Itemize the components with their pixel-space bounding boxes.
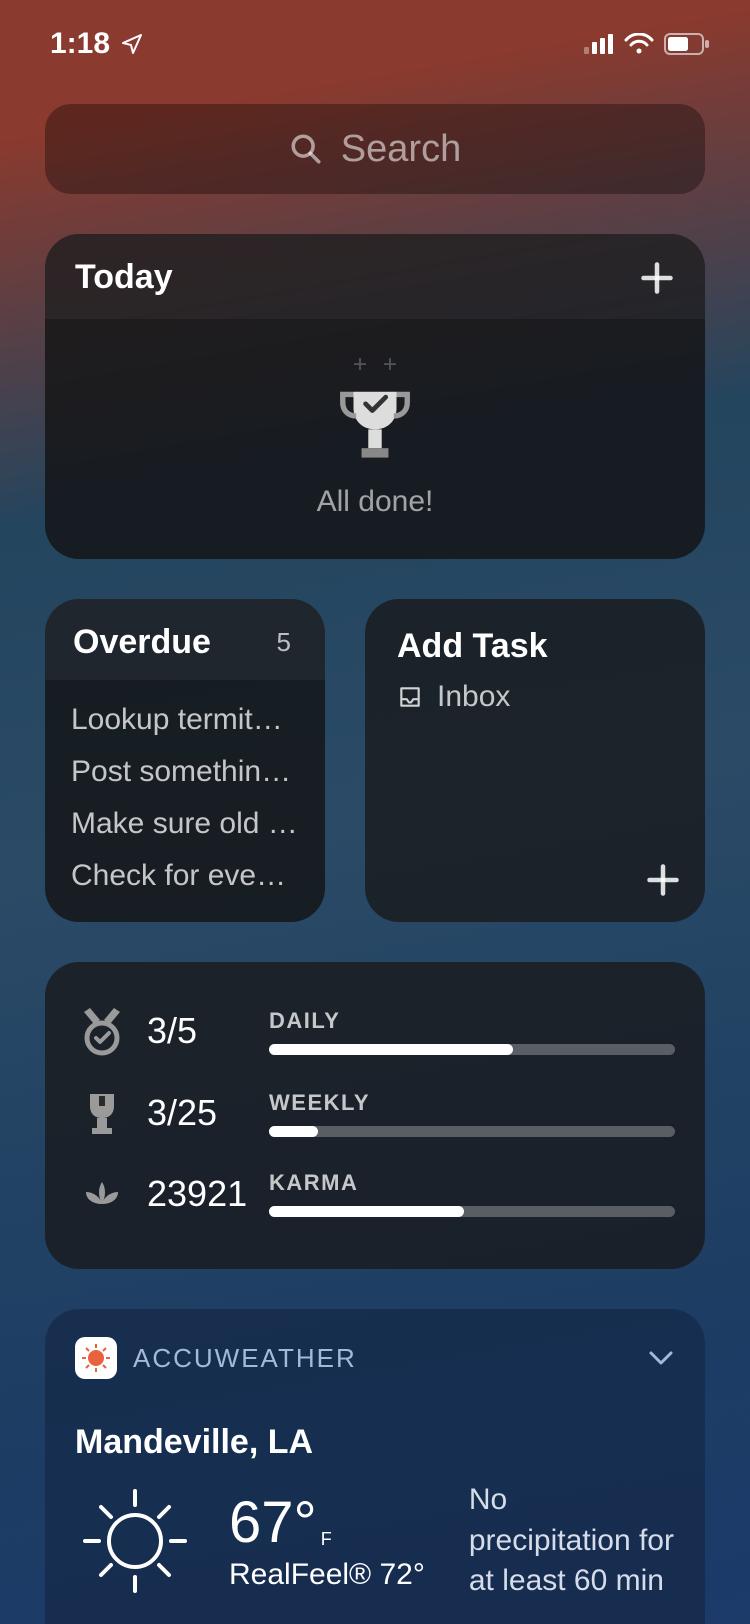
- overdue-item[interactable]: Lookup termite…: [71, 694, 299, 746]
- karma-value: 23921: [129, 1173, 269, 1215]
- daily-row: 3/5 DAILY: [75, 990, 675, 1072]
- search-icon: [289, 132, 323, 166]
- stats-widget[interactable]: 3/5 DAILY 3/25 WEEKLY 23921 KARMA: [45, 962, 705, 1269]
- today-title: Today: [75, 258, 173, 297]
- cellular-icon: [584, 34, 614, 54]
- location-icon: [120, 32, 144, 56]
- lotus-icon: [80, 1172, 124, 1216]
- karma-label: KARMA: [269, 1170, 675, 1196]
- search-placeholder: Search: [341, 128, 461, 171]
- inbox-icon: [397, 684, 423, 710]
- overdue-item[interactable]: Check for event…: [71, 850, 299, 902]
- precip-label: No precipitation for at least 60 min: [469, 1480, 675, 1602]
- plus-icon[interactable]: [645, 862, 681, 898]
- overdue-count: 5: [277, 627, 291, 658]
- search-bar[interactable]: Search: [45, 104, 705, 194]
- overdue-list: Lookup termite… Post something… Make sur…: [45, 680, 325, 922]
- overdue-item[interactable]: Post something…: [71, 746, 299, 798]
- chevron-down-icon[interactable]: [647, 1349, 675, 1367]
- all-done-label: All done!: [317, 485, 434, 519]
- medal-icon: [80, 1006, 124, 1056]
- daily-label: DAILY: [269, 1008, 675, 1034]
- plus-icon[interactable]: [639, 260, 675, 296]
- add-task-widget[interactable]: Add Task Inbox: [365, 599, 705, 922]
- karma-row: 23921 KARMA: [75, 1154, 675, 1233]
- weather-brand-label: ACCUWEATHER: [133, 1343, 357, 1374]
- realfeel-label: RealFeel® 72°: [229, 1558, 425, 1592]
- sparkle-icons: ++: [353, 353, 397, 377]
- overdue-widget[interactable]: Overdue 5 Lookup termite… Post something…: [45, 599, 325, 922]
- sun-icon: [75, 1481, 195, 1601]
- wifi-icon: [624, 33, 654, 55]
- karma-bar: [269, 1206, 675, 1217]
- daily-value: 3/5: [129, 1010, 269, 1052]
- weekly-label: WEEKLY: [269, 1090, 675, 1116]
- weekly-row: 3/25 WEEKLY: [75, 1072, 675, 1154]
- temperature: 67°: [229, 1489, 317, 1556]
- inbox-label: Inbox: [437, 680, 510, 714]
- temperature-unit: F: [321, 1529, 332, 1550]
- weather-location: Mandeville, LA: [75, 1423, 675, 1462]
- weekly-bar: [269, 1126, 675, 1137]
- add-task-title: Add Task: [397, 627, 677, 666]
- today-widget[interactable]: Today ++ All done!: [45, 234, 705, 559]
- daily-bar: [269, 1044, 675, 1055]
- status-bar: 1:18: [0, 0, 750, 70]
- battery-icon: [664, 33, 710, 55]
- weather-widget[interactable]: ACCUWEATHER Mandeville, LA 67° F RealFee…: [45, 1309, 705, 1624]
- overdue-item[interactable]: Make sure old e…: [71, 798, 299, 850]
- status-time: 1:18: [50, 27, 110, 61]
- overdue-title: Overdue: [73, 623, 211, 662]
- trophy-icon: [332, 381, 418, 467]
- trophy-small-icon: [80, 1088, 124, 1138]
- weekly-value: 3/25: [129, 1092, 269, 1134]
- accuweather-logo: [75, 1337, 117, 1379]
